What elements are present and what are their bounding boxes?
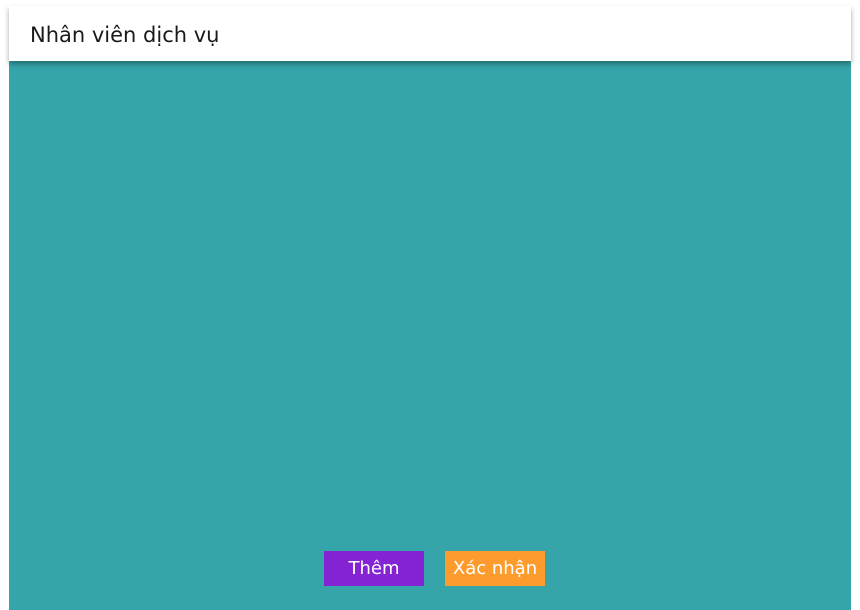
app-window: Nhân viên dịch vụ Thêm Xác nhận	[9, 6, 851, 610]
add-button[interactable]: Thêm	[324, 551, 424, 586]
title-bar: Nhân viên dịch vụ	[9, 6, 851, 61]
content-area	[9, 61, 851, 610]
confirm-button[interactable]: Xác nhận	[445, 551, 545, 586]
window-title: Nhân viên dịch vụ	[30, 23, 220, 47]
